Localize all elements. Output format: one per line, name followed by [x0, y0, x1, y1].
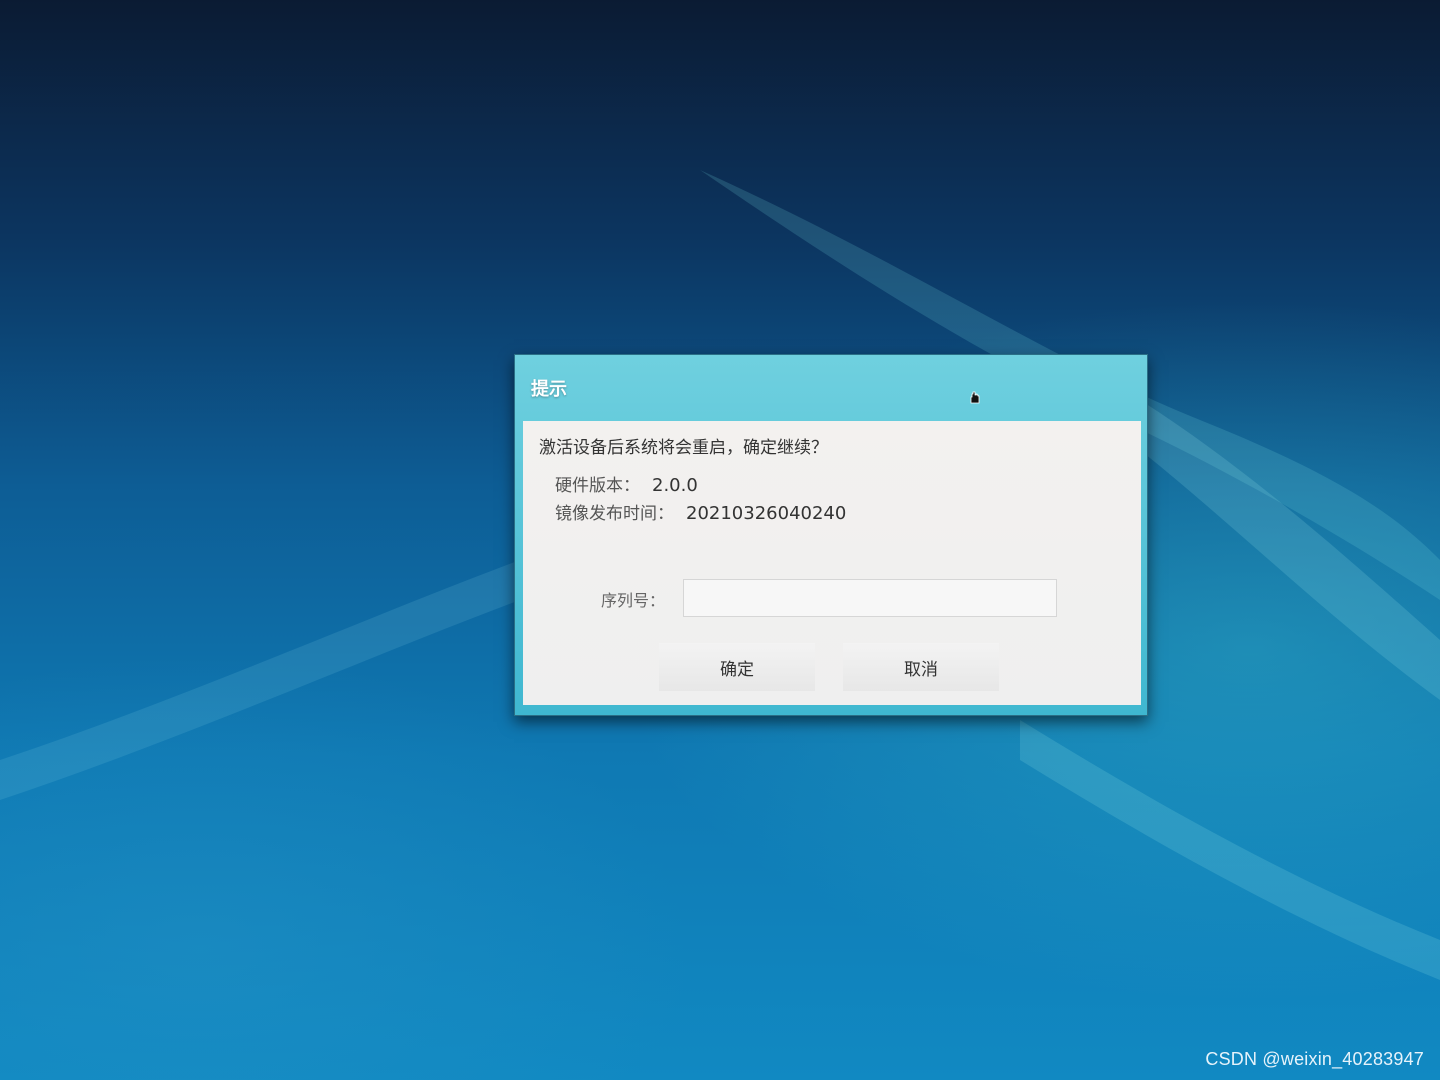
- dialog-message: 激活设备后系统将会重启，确定继续？: [539, 438, 828, 458]
- confirm-button[interactable]: 确定: [659, 643, 815, 691]
- hardware-version-row: 硬件版本： 2.0.0: [555, 471, 698, 496]
- hardware-version-value: 2.0.0: [652, 475, 698, 496]
- image-release-time-label: 镜像发布时间：: [555, 504, 674, 524]
- hardware-version-label: 硬件版本：: [555, 476, 640, 496]
- dialog-title: 提示: [531, 379, 567, 400]
- hand-cursor-icon: [967, 389, 983, 409]
- dialog-titlebar[interactable]: 提示: [515, 355, 1147, 419]
- serial-number-input[interactable]: [683, 579, 1057, 617]
- image-release-time-value: 20210326040240: [686, 503, 847, 524]
- serial-number-label: 序列号：: [601, 591, 666, 610]
- dialog-content: 激活设备后系统将会重启，确定继续？ 硬件版本： 2.0.0 镜像发布时间： 2021…: [523, 421, 1141, 705]
- csdn-watermark: CSDN @weixin_40283947: [1205, 1049, 1424, 1069]
- cancel-button[interactable]: 取消: [843, 643, 999, 691]
- activation-dialog: 提示 激活设备后系统将会重启，确定继续？ 硬件版本： 2.0.0 镜像发布时间： 2…: [514, 354, 1148, 716]
- image-release-time-row: 镜像发布时间： 20210326040240: [555, 499, 846, 524]
